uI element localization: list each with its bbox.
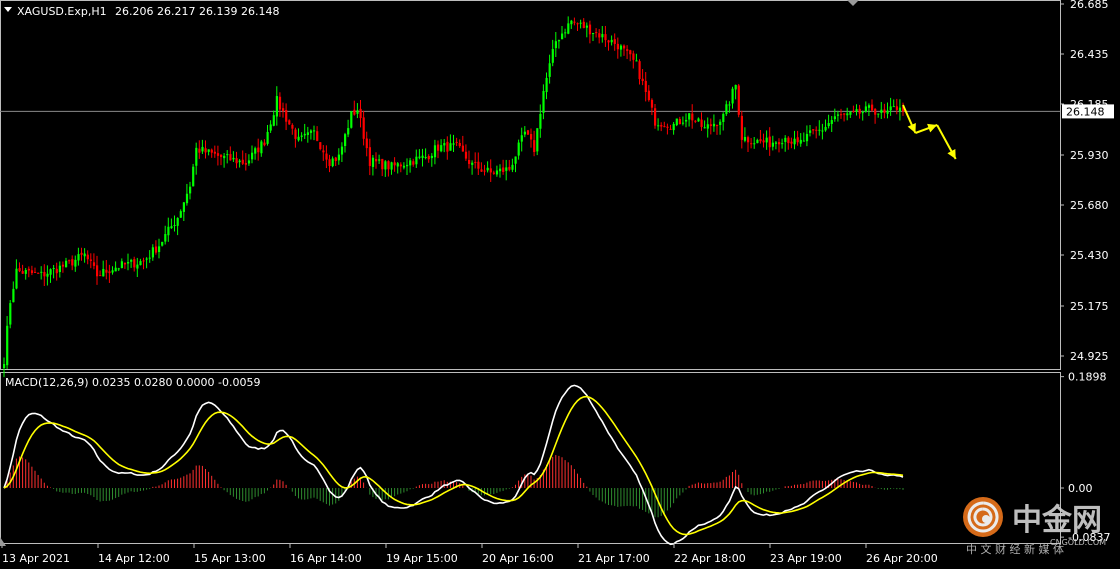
- candle: [536, 128, 539, 156]
- price-tick-label: 26.435: [1070, 48, 1109, 61]
- price-tick-label: 25.930: [1070, 149, 1109, 162]
- time-tick-label: 15 Apr 13:00: [194, 552, 266, 565]
- price-tick-label: 25.175: [1070, 300, 1109, 313]
- macd-tick-label: 0.00: [1068, 482, 1093, 495]
- candle: [9, 300, 12, 329]
- time-tick-label: 23 Apr 19:00: [770, 552, 842, 565]
- macd-header: MACD(12,26,9) 0.0235 0.0280 0.0000 -0.00…: [5, 376, 260, 389]
- time-tick-label: 13 Apr 2021: [2, 552, 70, 565]
- watermark-brand: 中金网: [1012, 503, 1102, 538]
- time-tick-label: 19 Apr 15:00: [386, 552, 458, 565]
- chart-window: 26.68526.43526.18525.93025.68025.43025.1…: [0, 0, 1120, 569]
- candle: [526, 129, 530, 136]
- time-tick-label: 26 Apr 20:00: [866, 552, 938, 565]
- time-tick-label: 14 Apr 12:00: [98, 552, 170, 565]
- time-tick-label: 22 Apr 18:00: [674, 552, 746, 565]
- time-tick-label: 21 Apr 17:00: [578, 552, 650, 565]
- price-tick-label: 24.925: [1070, 350, 1109, 363]
- candle: [737, 83, 740, 118]
- candle: [350, 110, 353, 129]
- price-tick-label: 25.680: [1070, 199, 1109, 212]
- symbol-header: XAGUSD.Exp,H1: [17, 5, 107, 18]
- ohlc-header: 26.206 26.217 26.139 26.148: [115, 5, 279, 18]
- price-tick-label: 26.685: [1070, 0, 1109, 11]
- time-tick-label: 16 Apr 14:00: [290, 552, 362, 565]
- price-tick-label: 25.430: [1070, 249, 1109, 262]
- watermark-tagline: 中 文 财 经 新 媒 体: [966, 542, 1064, 556]
- macd-tick-label: 0.1898: [1068, 371, 1107, 384]
- time-tick-label: 20 Apr 16:00: [482, 552, 554, 565]
- current-price-label: 26.148: [1066, 105, 1105, 118]
- candle: [192, 163, 195, 187]
- candle: [675, 118, 678, 127]
